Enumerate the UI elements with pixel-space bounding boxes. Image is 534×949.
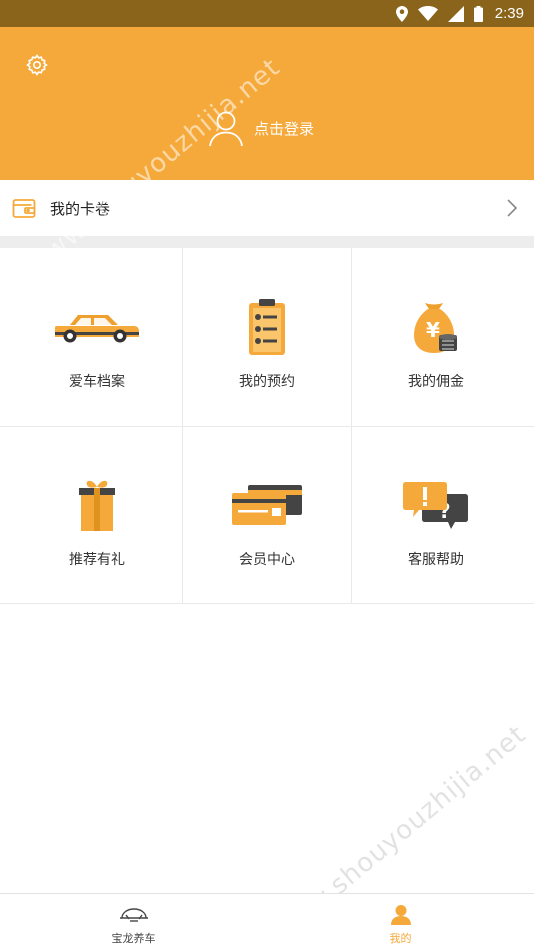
battery-icon: [473, 5, 483, 22]
member-card-icon: [232, 485, 302, 525]
bottom-tab-bar: 宝龙养车 我的: [0, 893, 534, 949]
settings-button[interactable]: [22, 50, 52, 80]
grid-item-label: 爱车档案: [69, 374, 125, 390]
profile-header: 点击登录: [0, 27, 534, 180]
grid-item-referral-gift[interactable]: 推荐有礼: [8, 426, 186, 604]
signal-icon: [447, 5, 464, 22]
tab-label: 宝龙养车: [111, 932, 156, 945]
gear-icon: [26, 54, 48, 76]
my-coupons-row[interactable]: 我的卡卷: [0, 180, 534, 236]
grid-item-customer-help[interactable]: ? 客服帮助: [347, 426, 525, 604]
status-time: 2:39: [494, 5, 524, 22]
car-front-icon: [119, 908, 148, 922]
grid-item-label: 推荐有礼: [69, 552, 125, 568]
my-coupons-label: 我的卡卷: [50, 199, 111, 218]
money-bag-icon: ¥: [414, 303, 457, 353]
tab-baolong-car[interactable]: 宝龙养车: [0, 894, 267, 949]
wallet-icon: [12, 199, 36, 218]
tab-me[interactable]: 我的: [267, 894, 534, 949]
gift-icon: [79, 480, 115, 531]
status-bar: 2:39: [0, 0, 534, 27]
grid-item-label: 客服帮助: [408, 552, 464, 568]
person-outline-icon: [209, 111, 243, 147]
grid-item-label: 我的预约: [239, 374, 295, 390]
clipboard-icon: [249, 299, 285, 355]
car-icon: [55, 315, 139, 343]
location-icon: [395, 5, 408, 22]
login-label: 点击登录: [254, 119, 315, 138]
section-divider: [0, 236, 534, 248]
svg-text:¥: ¥: [426, 318, 440, 342]
login-button[interactable]: 点击登录: [208, 109, 314, 147]
wifi-icon: [417, 6, 438, 21]
grid-item-member-center[interactable]: 会员中心: [178, 426, 356, 604]
person-icon: [390, 905, 411, 925]
feature-grid: 爱车档案 我的预约 ¥ 我的佣金 推荐有礼 会员中心 ? 客服帮助: [0, 248, 534, 604]
grid-item-label: 会员中心: [239, 552, 295, 568]
help-chat-icon: ?: [403, 482, 468, 529]
grid-item-car-profile[interactable]: 爱车档案: [8, 248, 186, 426]
tab-label: 我的: [389, 932, 412, 945]
grid-item-label: 我的佣金: [408, 374, 464, 390]
chevron-right-icon: [507, 199, 518, 217]
grid-item-my-commission[interactable]: ¥ 我的佣金: [347, 248, 525, 426]
grid-item-my-appointments[interactable]: 我的预约: [178, 248, 356, 426]
